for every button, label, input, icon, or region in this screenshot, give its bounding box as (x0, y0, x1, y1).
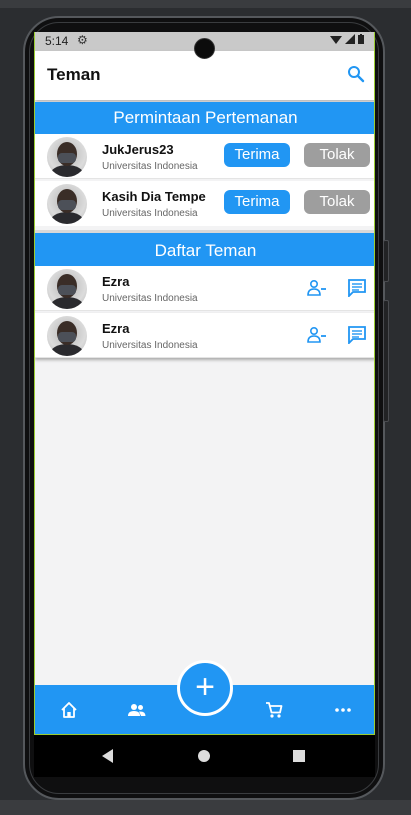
friend-row: Ezra Universitas Indonesia (35, 313, 374, 358)
people-icon[interactable] (128, 701, 146, 719)
friend-name: Ezra (102, 274, 130, 289)
friend-name: Ezra (102, 321, 130, 336)
request-university: Universitas Indonesia (102, 161, 198, 172)
friend-list-header: Daftar Teman (35, 230, 374, 266)
avatar (47, 137, 87, 177)
avatar (47, 316, 87, 356)
friend-requests-title: Permintaan Pertemanan (113, 108, 298, 127)
search-icon[interactable] (347, 65, 365, 83)
friend-requests-header: Permintaan Pertemanan (35, 102, 374, 134)
recent-apps-icon[interactable] (293, 750, 305, 762)
battery-icon (358, 34, 364, 44)
accept-button[interactable]: Terima (224, 190, 290, 214)
request-name: JukJerus23 (102, 142, 174, 157)
wifi-icon (330, 36, 342, 44)
friend-university: Universitas Indonesia (102, 340, 198, 351)
settings-status-icon: ⚙ (77, 33, 88, 47)
add-button[interactable]: + (177, 660, 233, 716)
remove-friend-icon[interactable] (307, 326, 327, 344)
request-row: Kasih Dia Tempe Universitas Indonesia Te… (35, 181, 374, 226)
add-icon: + (195, 668, 215, 706)
back-icon[interactable] (102, 749, 113, 763)
accept-button[interactable]: Terima (224, 143, 290, 167)
friend-list-title: Daftar Teman (154, 241, 257, 260)
reject-button[interactable]: Tolak (304, 190, 370, 214)
more-icon[interactable] (334, 701, 352, 719)
request-row: JukJerus23 Universitas Indonesia Terima … (35, 134, 374, 179)
cart-icon[interactable] (265, 701, 283, 719)
status-indicators (330, 34, 364, 44)
request-university: Universitas Indonesia (102, 208, 198, 219)
phone-screen: 5:14 ⚙ Teman Permintaan Pertemanan JukJe… (34, 32, 375, 735)
friend-university: Universitas Indonesia (102, 293, 198, 304)
power-button (383, 240, 389, 282)
remove-friend-icon[interactable] (307, 279, 327, 297)
window-bottom-strip (0, 800, 411, 815)
message-icon[interactable] (347, 279, 367, 297)
page-title: Teman (47, 65, 101, 84)
request-name: Kasih Dia Tempe (102, 189, 206, 204)
message-icon[interactable] (347, 326, 367, 344)
front-camera (194, 38, 215, 59)
avatar (47, 269, 87, 309)
friend-row: Ezra Universitas Indonesia (35, 266, 374, 311)
home-icon[interactable] (60, 701, 78, 719)
system-nav-bar (34, 735, 375, 777)
volume-button (383, 300, 389, 422)
signal-icon (345, 34, 355, 44)
status-time: 5:14 (45, 34, 69, 48)
reject-button[interactable]: Tolak (304, 143, 370, 167)
avatar (47, 184, 87, 224)
home-circle-icon[interactable] (198, 750, 210, 762)
window-top-strip (0, 0, 411, 8)
